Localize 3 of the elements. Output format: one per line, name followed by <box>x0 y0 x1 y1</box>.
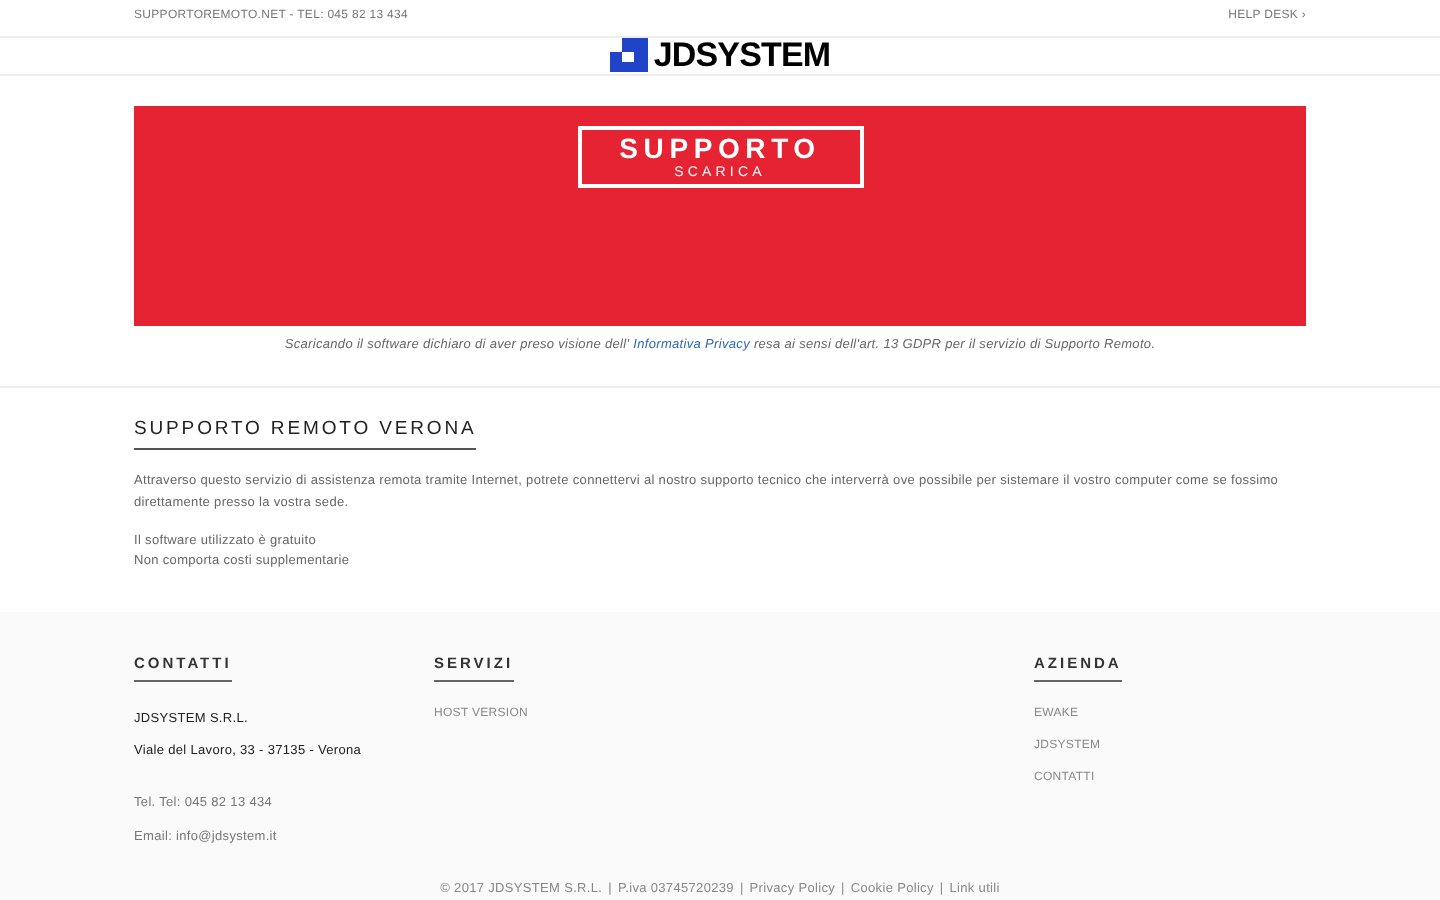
logo-text: JDSYSTEM <box>653 38 831 73</box>
section-heading: SUPPORTO REMOTO VERONA <box>134 415 477 450</box>
logo-icon <box>609 38 648 73</box>
